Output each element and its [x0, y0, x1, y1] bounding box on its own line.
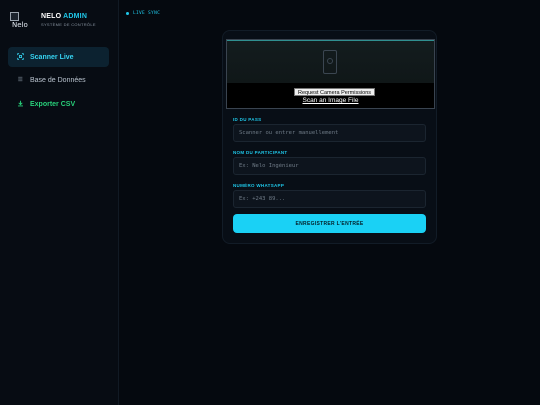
live-sync-label: LIVE SYNC: [133, 11, 161, 16]
sidebar-item-database[interactable]: Base de Données: [8, 70, 109, 90]
pass-id-input[interactable]: [233, 124, 426, 142]
register-entry-button[interactable]: ENREGISTRER L'ENTRÉE: [233, 214, 426, 233]
camera-preview: [227, 40, 434, 83]
status-dot-icon: [126, 12, 129, 15]
sidebar-item-label: Scanner Live: [30, 53, 74, 61]
brand-title-admin: ADMIN: [63, 13, 88, 20]
sidebar: Nelo NELO ADMIN SYSTÈME DE CONTRÔLE Scan…: [0, 0, 119, 405]
logo: Nelo: [10, 12, 28, 30]
participant-name-label: NOM DU PARTICIPANT: [233, 150, 288, 155]
qr-scan-icon: [15, 52, 25, 62]
scan-image-file-link[interactable]: Scan an Image File: [227, 97, 434, 104]
brand: Nelo NELO ADMIN SYSTÈME DE CONTRÔLE: [10, 12, 96, 30]
whatsapp-number-input[interactable]: [233, 190, 426, 208]
brand-subtitle: SYSTÈME DE CONTRÔLE: [41, 22, 96, 27]
broken-image-icon: [10, 12, 19, 21]
sidebar-item-label: Exporter CSV: [30, 100, 76, 108]
sidebar-item-scanner-live[interactable]: Scanner Live: [8, 47, 109, 67]
pass-id-label: ID DU PASS: [233, 117, 262, 122]
participant-name-input[interactable]: [233, 157, 426, 175]
live-sync-indicator: LIVE SYNC: [126, 11, 160, 16]
logo-alt-text: Nelo: [12, 21, 28, 29]
topbar: LIVE SYNC: [119, 0, 540, 30]
brand-title: NELO ADMIN: [41, 12, 96, 21]
sidebar-item-export-csv[interactable]: Exporter CSV: [8, 94, 109, 114]
request-camera-permissions-button[interactable]: Request Camera Permissions: [294, 88, 376, 96]
camera-icon: [323, 50, 337, 74]
scanner-card: Request Camera Permissions Scan an Image…: [222, 30, 437, 244]
brand-title-name: NELO: [41, 13, 62, 20]
qr-reader: Request Camera Permissions Scan an Image…: [226, 39, 435, 109]
sidebar-item-label: Base de Données: [30, 76, 86, 84]
whatsapp-number-label: NUMÉRO WHATSAPP: [233, 183, 285, 188]
list-icon: [15, 76, 25, 84]
download-icon: [15, 100, 25, 109]
